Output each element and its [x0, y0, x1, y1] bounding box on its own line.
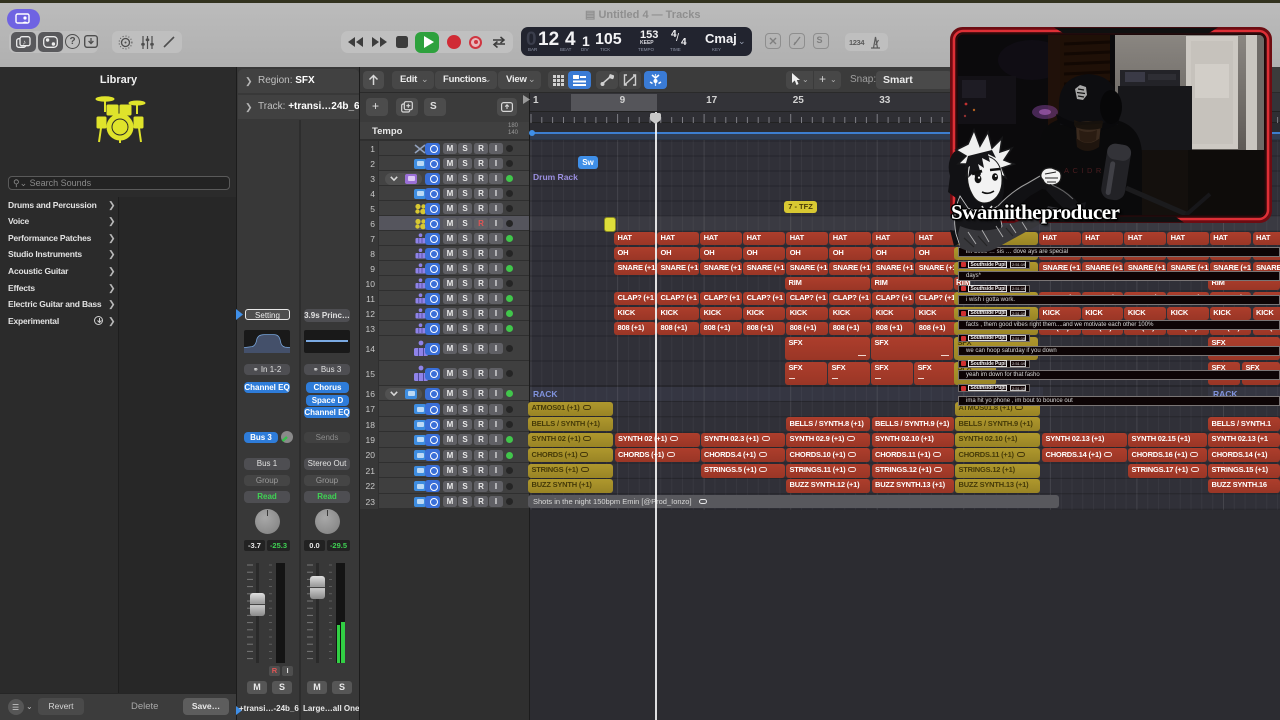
svg-text:♪: ♪: [23, 39, 27, 46]
